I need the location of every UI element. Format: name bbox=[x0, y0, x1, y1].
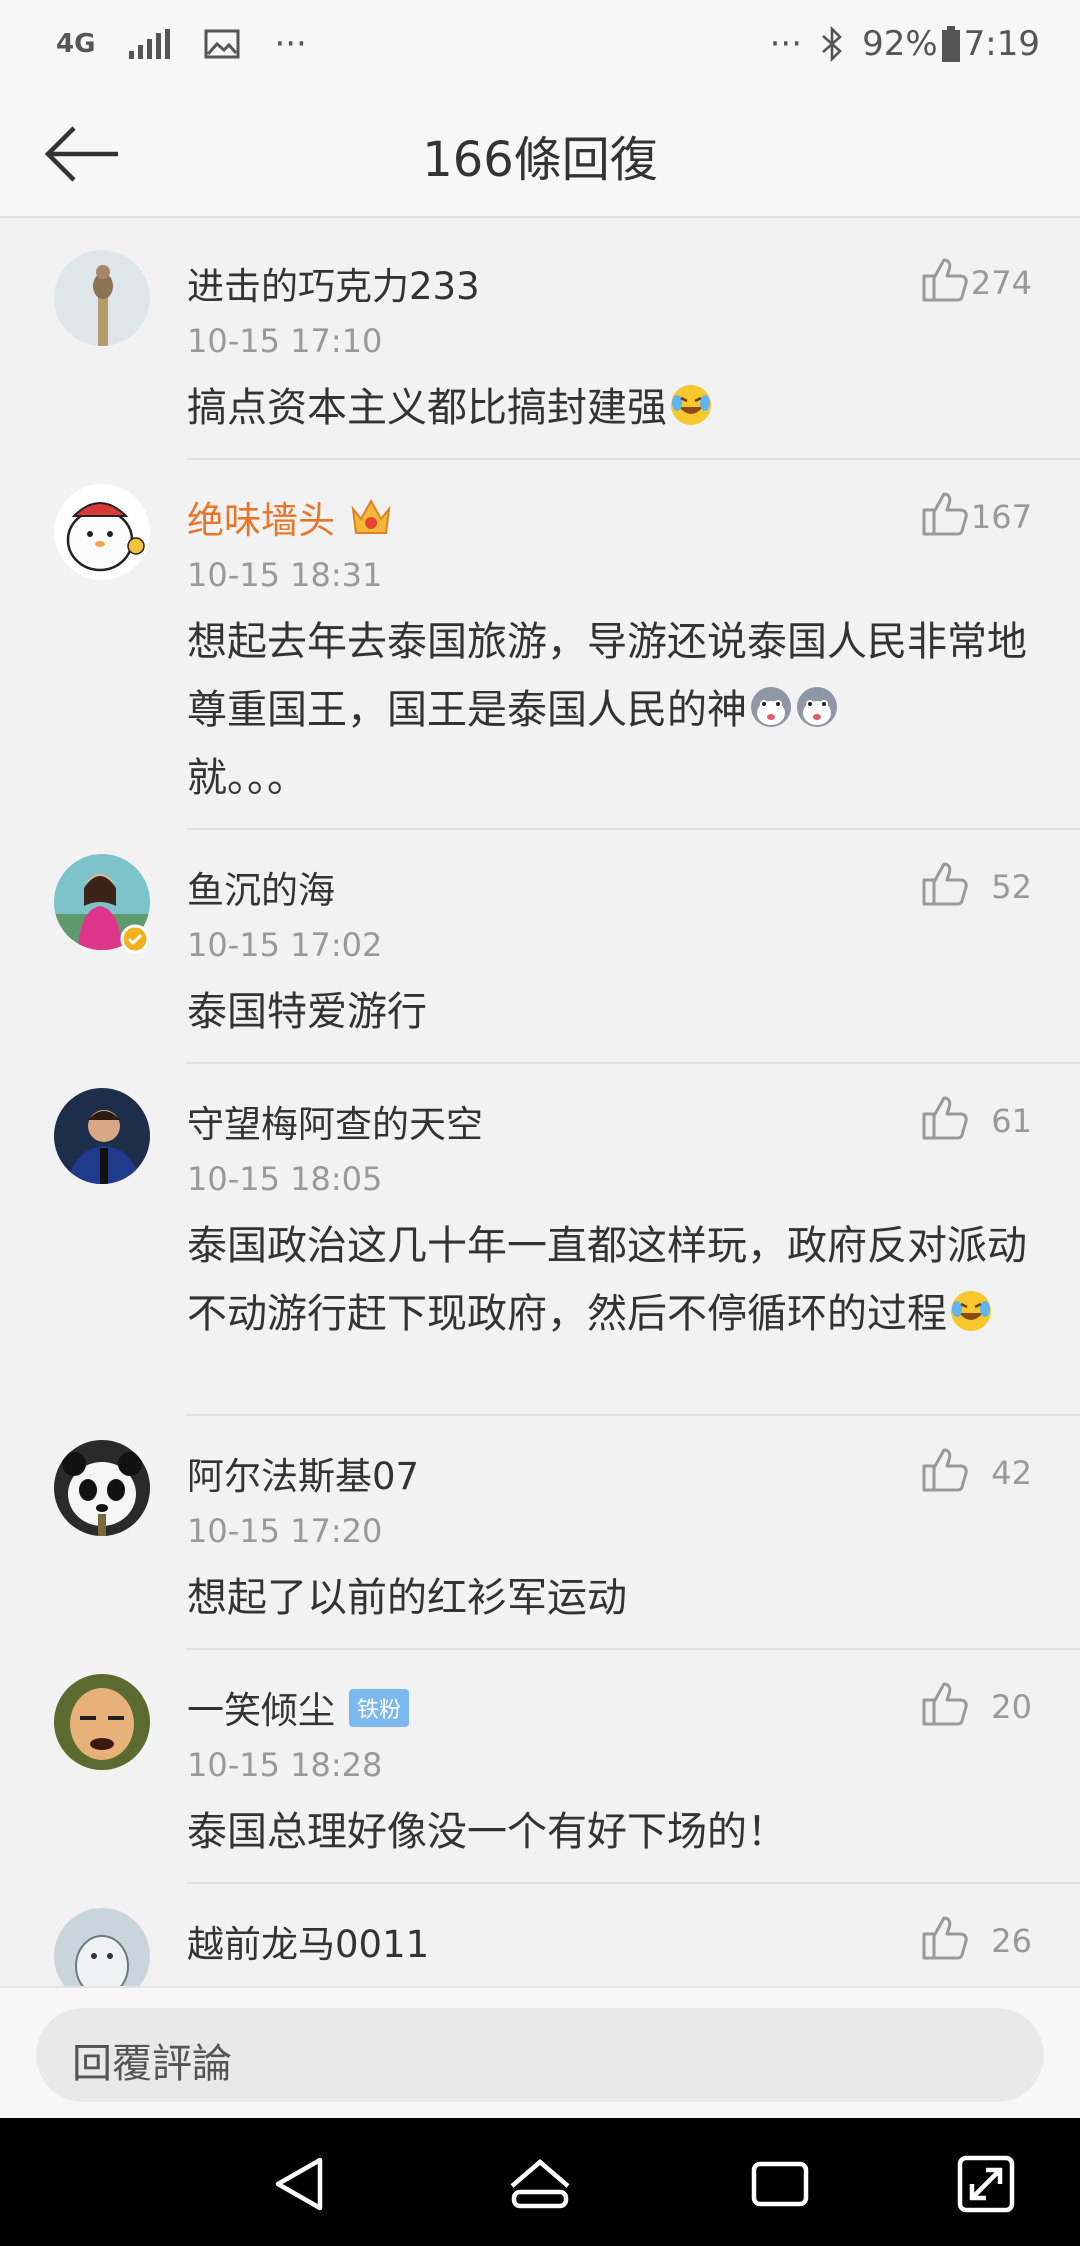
thumb-up-icon[interactable] bbox=[922, 1446, 970, 1492]
bluetooth-icon bbox=[822, 26, 842, 62]
comment-item: 一笑倾尘 铁粉 10-15 18:28 泰国总理好像没一个有好下场的！ 20 bbox=[0, 1650, 1080, 1884]
like-count: 61 bbox=[991, 1102, 1032, 1140]
header: 166條回復 bbox=[0, 90, 1080, 218]
navigation-bar bbox=[0, 2118, 1080, 2246]
comment-item: 阿尔法斯基07 10-15 17:20 想起了以前的红衫军运动 42 bbox=[0, 1416, 1080, 1650]
username[interactable]: 绝味墙头 bbox=[187, 490, 393, 544]
thumb-up-icon[interactable] bbox=[922, 1914, 970, 1960]
nav-recents-icon[interactable] bbox=[744, 2148, 816, 2220]
comment-item: 鱼沉的海 10-15 17:02 泰国特爱游行 52 bbox=[0, 830, 1080, 1064]
username[interactable]: 阿尔法斯基07 bbox=[187, 1446, 419, 1500]
vip-crown-icon bbox=[351, 498, 391, 534]
thumb-up-icon[interactable] bbox=[922, 1094, 970, 1140]
comment-time: 10-15 18:05 bbox=[187, 1160, 383, 1198]
husky-emoji-icon bbox=[751, 687, 791, 727]
comment-item: 守望梅阿查的天空 10-15 18:05 泰国政治这几十年一直都这样玩，政府反对… bbox=[0, 1064, 1080, 1416]
avatar[interactable] bbox=[54, 250, 150, 346]
like-count: 42 bbox=[991, 1454, 1032, 1492]
username[interactable]: 守望梅阿查的天空 bbox=[187, 1094, 483, 1148]
like-count: 20 bbox=[991, 1688, 1032, 1726]
more-notifications-icon: ··· bbox=[274, 24, 307, 64]
nav-back-icon[interactable] bbox=[264, 2148, 336, 2220]
comment-text: 泰国政治这几十年一直都这样玩，政府反对派动不动游行赶下现政府，然后不停循环的过程 bbox=[187, 1223, 1027, 1337]
comment-text: 想起去年去泰国旅游，导游还说泰国人民非常地尊重国王，国王是泰国人民的神 就。。。 bbox=[187, 619, 1027, 801]
reply-bar: 回覆評論 bbox=[0, 1986, 1080, 2118]
battery-icon bbox=[941, 26, 960, 62]
comment-time: 10-15 17:10 bbox=[187, 322, 383, 360]
laugh-cry-emoji-icon bbox=[951, 1291, 991, 1331]
comment-time: 10-15 17:02 bbox=[187, 926, 383, 964]
avatar[interactable] bbox=[54, 1440, 150, 1536]
username[interactable]: 一笑倾尘 铁粉 bbox=[187, 1680, 410, 1734]
more-status-icon: ··· bbox=[769, 24, 803, 64]
comment-text: 搞点资本主义都比搞封建强 bbox=[187, 374, 1037, 442]
thumb-up-icon[interactable] bbox=[922, 1680, 970, 1726]
like-count: 274 bbox=[970, 264, 1032, 302]
thumb-up-icon[interactable] bbox=[922, 256, 970, 302]
comment-item: 绝味墙头 10-15 18:31 想起去年去泰国旅游，导游还说泰国人民非常地尊重… bbox=[0, 460, 1080, 830]
nav-expand-icon[interactable] bbox=[950, 2148, 1022, 2220]
comment-time: 10-15 17:20 bbox=[187, 1512, 383, 1550]
comment-item: 进击的巧克力233 10-15 17:10 搞点资本主义都比搞封建强 274 bbox=[0, 226, 1080, 460]
network-4g-icon: 4G bbox=[56, 29, 96, 59]
comment-text: 泰国特爱游行 bbox=[187, 989, 427, 1035]
like-count: 26 bbox=[991, 1922, 1032, 1960]
signal-icon bbox=[129, 29, 171, 59]
nav-home-icon[interactable] bbox=[504, 2148, 576, 2220]
battery-percent: 92% bbox=[862, 24, 938, 64]
username[interactable]: 进击的巧克力233 bbox=[187, 256, 480, 310]
comment-time: 10-15 18:31 bbox=[187, 556, 383, 594]
comment-text: 泰国总理好像没一个有好下场的！ bbox=[187, 1809, 787, 1855]
comment-item: 越前龙马0011 26 bbox=[0, 1884, 1080, 1986]
fan-badge: 铁粉 bbox=[349, 1689, 410, 1727]
clock: 7:19 bbox=[963, 24, 1040, 64]
avatar[interactable] bbox=[54, 484, 150, 580]
reply-placeholder: 回覆評論 bbox=[72, 2041, 232, 2087]
like-count: 167 bbox=[970, 498, 1032, 536]
image-icon bbox=[204, 29, 240, 59]
thumb-up-icon[interactable] bbox=[922, 490, 970, 536]
avatar[interactable] bbox=[54, 1088, 150, 1184]
husky-emoji-icon bbox=[797, 687, 837, 727]
username[interactable]: 越前龙马0011 bbox=[187, 1914, 429, 1968]
page-title: 166條回復 bbox=[422, 132, 658, 188]
like-count: 52 bbox=[991, 868, 1032, 906]
laugh-cry-emoji-icon bbox=[671, 385, 711, 425]
reply-input[interactable]: 回覆評論 bbox=[36, 2008, 1044, 2102]
status-bar: 4G ··· ··· 92% 7:19 bbox=[0, 0, 1080, 90]
verified-badge-icon bbox=[120, 924, 150, 954]
avatar[interactable] bbox=[54, 1674, 150, 1770]
comment-time: 10-15 18:28 bbox=[187, 1746, 383, 1784]
comment-text: 想起了以前的红衫军运动 bbox=[187, 1575, 627, 1621]
comment-list[interactable]: 进击的巧克力233 10-15 17:10 搞点资本主义都比搞封建强 274 绝… bbox=[0, 226, 1080, 1986]
avatar[interactable] bbox=[54, 1908, 150, 1986]
thumb-up-icon[interactable] bbox=[922, 860, 970, 906]
username[interactable]: 鱼沉的海 bbox=[187, 860, 335, 914]
